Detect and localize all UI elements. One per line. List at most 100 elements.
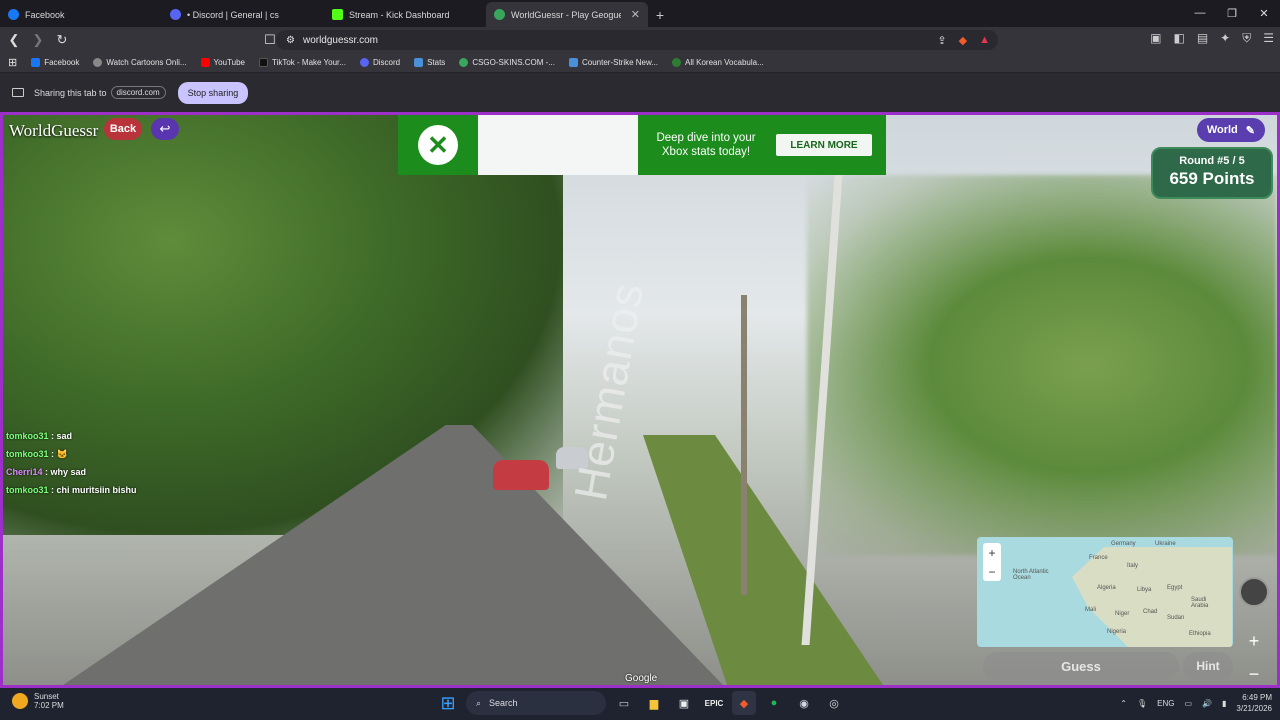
- battery-icon[interactable]: ▮: [1222, 699, 1226, 708]
- media-icon[interactable]: ▣: [1150, 31, 1161, 46]
- volume-icon[interactable]: 🔊: [1202, 699, 1212, 708]
- zoom-out-button[interactable]: −: [1249, 664, 1260, 685]
- counter-strike-icon: [568, 58, 578, 67]
- forward-nav-button[interactable]: ❯: [28, 30, 48, 50]
- system-clock[interactable]: 6:49 PM 3/21/2026: [1236, 692, 1272, 714]
- wallet-icon[interactable]: ▤: [1197, 31, 1208, 46]
- map-name-button[interactable]: World ✎: [1196, 118, 1265, 142]
- learn-more-button[interactable]: LEARN MORE: [776, 134, 872, 156]
- bookmark-item[interactable]: CSGO-SKINS.COM -...: [459, 58, 555, 67]
- microphone-icon[interactable]: 🎙: [1137, 699, 1147, 708]
- guess-button[interactable]: Guess: [983, 652, 1179, 680]
- discord-icon: [170, 9, 181, 20]
- minimap-zoom-out-button[interactable]: −: [988, 565, 995, 579]
- tab-worldguessr[interactable]: WorldGuessr - Play Geoguessr ✕: [486, 2, 648, 27]
- stop-sharing-button[interactable]: Stop sharing: [177, 81, 249, 104]
- tray-overflow-icon[interactable]: ⌃: [1120, 699, 1127, 708]
- bookmark-item[interactable]: Discord: [359, 58, 400, 67]
- sharing-infobar: Sharing this tab to discord.com Stop sha…: [0, 73, 1280, 112]
- steam-icon[interactable]: ◉: [792, 691, 816, 715]
- bookmark-item[interactable]: Watch Cartoons Onli...: [93, 58, 187, 67]
- map-label: Mali: [1085, 607, 1097, 613]
- bookmark-item[interactable]: All Korean Vocabula...: [672, 58, 764, 67]
- worldguessr-logo[interactable]: WorldGuessr: [9, 121, 98, 141]
- leo-icon[interactable]: ✦: [1220, 31, 1230, 46]
- edit-pencil-icon: ✎: [1245, 124, 1255, 137]
- minimize-button[interactable]: —: [1184, 0, 1216, 26]
- apps-grid-icon[interactable]: ⊞: [8, 56, 17, 69]
- weather-time: 7:02 PM: [34, 701, 64, 710]
- return-to-start-icon[interactable]: ↩: [151, 118, 179, 140]
- map-label: Germany: [1111, 541, 1136, 547]
- map-label: Nigeria: [1107, 629, 1127, 635]
- brave-browser-icon[interactable]: ◆: [732, 691, 756, 715]
- clock-time: 6:49 PM: [1242, 693, 1272, 702]
- window-controls: — ❐ ✕: [1184, 0, 1280, 26]
- close-tab-icon[interactable]: ✕: [631, 8, 640, 21]
- map-label: Algeria: [1097, 585, 1116, 591]
- language-indicator[interactable]: ENG: [1157, 699, 1174, 708]
- sunset-icon: [12, 693, 28, 709]
- bookmark-item[interactable]: Stats: [414, 58, 445, 67]
- site-info-icon[interactable]: ⚙: [286, 35, 295, 46]
- bookmark-item[interactable]: Counter-Strike New...: [568, 58, 658, 67]
- back-nav-button[interactable]: ❮: [4, 30, 24, 50]
- xbox-logo-icon: ✕: [418, 125, 458, 165]
- compass-icon[interactable]: [1239, 577, 1269, 607]
- vpn-icon[interactable]: ⛨: [1242, 31, 1251, 46]
- guess-minimap[interactable]: + − Germany Ukraine France Italy North A…: [977, 537, 1233, 647]
- browser-toolbar: ❮ ❯ ↻ ☐ ⚙ worldguessr.com ⇪ ◆ ▲ ▣ ◧ ▤ ✦ …: [0, 27, 1280, 53]
- bookmark-item[interactable]: YouTube: [200, 58, 245, 67]
- map-label: Ukraine: [1155, 541, 1176, 547]
- map-label: Sudan: [1167, 615, 1185, 621]
- sidebar-icon[interactable]: ◧: [1173, 31, 1184, 46]
- file-explorer-icon[interactable]: ▆: [642, 691, 666, 715]
- tab-facebook[interactable]: Facebook: [0, 2, 162, 27]
- discord-icon: [359, 58, 369, 67]
- csgo-skins-icon: [459, 58, 469, 67]
- korean-vocab-icon: [672, 58, 682, 67]
- map-label: Niger: [1115, 611, 1130, 617]
- windows-start-icon[interactable]: ⊞: [436, 691, 460, 715]
- reload-button[interactable]: ↻: [52, 30, 72, 50]
- map-name: World: [1206, 124, 1238, 136]
- weather-widget[interactable]: Sunset 7:02 PM: [12, 692, 64, 710]
- map-label: Chad: [1143, 609, 1158, 615]
- store-icon[interactable]: ▣: [672, 691, 696, 715]
- bookmark-item[interactable]: TikTok - Make Your...: [258, 58, 346, 67]
- taskbar-search[interactable]: ⌕ Search: [466, 691, 606, 715]
- menu-icon[interactable]: ☰: [1263, 31, 1274, 46]
- maximize-button[interactable]: ❐: [1216, 0, 1248, 26]
- tab-discord[interactable]: • Discord | General | cs: [162, 2, 324, 27]
- game-viewport[interactable]: Hermanos WorldGuessr Back ↩ ✕ Deep dive …: [0, 112, 1280, 688]
- minimap-zoom-in-button[interactable]: +: [988, 546, 995, 560]
- globe-icon: [93, 58, 103, 67]
- address-bar[interactable]: ⚙ worldguessr.com ⇪ ◆ ▲: [276, 30, 998, 50]
- tab-kick[interactable]: Stream - Kick Dashboard: [324, 2, 486, 27]
- xbox-ad-banner[interactable]: ✕ Deep dive into your Xbox stats today! …: [398, 115, 886, 175]
- hint-button[interactable]: Hint: [1183, 652, 1233, 680]
- chat-message: tomkoo31 : sad: [6, 431, 73, 441]
- rewards-icon[interactable]: ▲: [979, 34, 990, 47]
- spotify-icon[interactable]: ●: [762, 691, 786, 715]
- zoom-in-button[interactable]: +: [1249, 631, 1260, 652]
- network-icon[interactable]: ▭: [1184, 699, 1192, 708]
- discord-taskbar-icon[interactable]: ◎: [822, 691, 846, 715]
- epic-games-icon[interactable]: EPIC: [702, 691, 726, 715]
- back-button[interactable]: Back: [104, 118, 142, 140]
- round-counter: Round #5 / 5: [1179, 155, 1245, 167]
- bookmark-item[interactable]: Facebook: [31, 58, 79, 67]
- taskbar-center: ⊞ ⌕ Search ▭ ▆ ▣ EPIC ◆ ● ◉ ◎: [436, 691, 846, 715]
- new-tab-button[interactable]: +: [648, 2, 672, 27]
- chat-message: tomkoo31 : 🐱: [6, 449, 68, 459]
- share-icon[interactable]: ⇪: [937, 34, 946, 47]
- close-window-button[interactable]: ✕: [1248, 0, 1280, 26]
- brave-shield-icon[interactable]: ◆: [959, 34, 967, 47]
- chat-message: tomkoo31 : chi muritsiin bishu: [6, 485, 137, 495]
- worldguessr-icon: [494, 9, 505, 20]
- map-label: Saudi Arabia: [1191, 597, 1209, 609]
- streetview-zoom-controls: + −: [1241, 631, 1267, 685]
- task-view-icon[interactable]: ▭: [612, 691, 636, 715]
- tab-strip: Facebook • Discord | General | cs Stream…: [0, 0, 1280, 27]
- ad-text: Deep dive into your Xbox stats today!: [656, 132, 756, 158]
